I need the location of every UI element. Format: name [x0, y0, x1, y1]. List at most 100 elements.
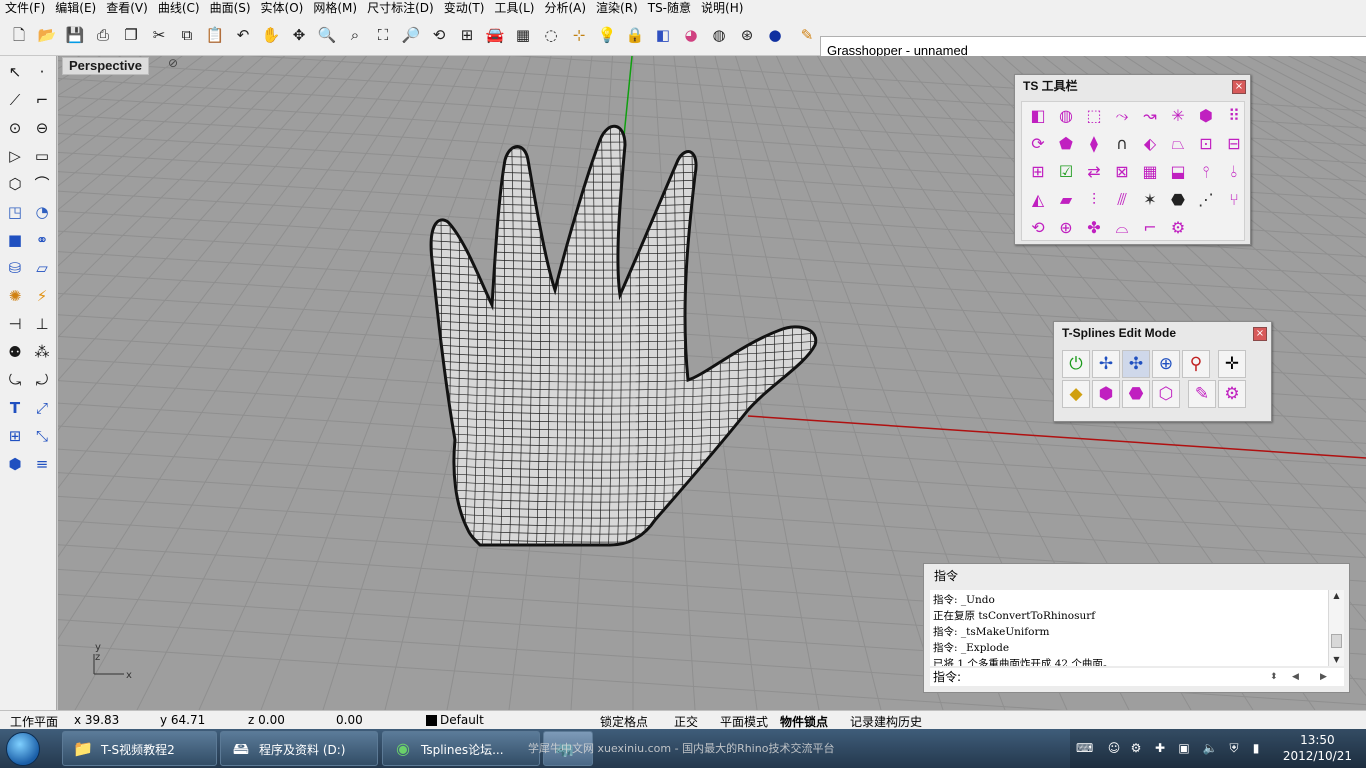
update-icon[interactable]: ✚: [1152, 740, 1168, 756]
circle-icon[interactable]: ⊙: [3, 116, 27, 140]
color-wheel-icon[interactable]: ◕: [680, 24, 702, 46]
volume-icon[interactable]: 🔈: [1202, 740, 1218, 756]
qq-icon[interactable]: ☺: [1106, 740, 1122, 756]
task-browser[interactable]: ◉ Tsplines论坛...: [382, 731, 540, 766]
split-icon[interactable]: ⊣: [3, 312, 27, 336]
ts-target-icon[interactable]: ⊕: [1054, 216, 1078, 240]
ts-face-icon[interactable]: ⬢: [1194, 104, 1218, 128]
point-icon[interactable]: ·: [30, 60, 54, 84]
box-icon[interactable]: ■: [3, 228, 27, 252]
zoom-selected-icon[interactable]: 🔎: [400, 24, 422, 46]
pan-hand-icon[interactable]: ✋: [260, 24, 282, 46]
grid-snap-toggle[interactable]: 锁定格点: [600, 713, 648, 730]
menu-surface[interactable]: 曲面(S): [205, 0, 256, 16]
ts-fork-icon[interactable]: ⑂: [1222, 188, 1246, 212]
copy-icon[interactable]: ⧉: [176, 24, 198, 46]
ellipse-icon[interactable]: ⊖: [30, 116, 54, 140]
cylinder-icon[interactable]: ⛁: [3, 256, 27, 280]
circle-dash-icon[interactable]: ◌: [540, 24, 562, 46]
polyline-icon[interactable]: ⟋: [3, 88, 27, 112]
scroll-left-icon[interactable]: ◀: [1292, 668, 1299, 686]
paste-icon[interactable]: 📋: [204, 24, 226, 46]
ts-cube-icon[interactable]: ⬚: [1082, 104, 1106, 128]
scale-icon[interactable]: ⤡: [30, 424, 54, 448]
pen-select-icon[interactable]: ✎: [1188, 380, 1216, 408]
arc-icon[interactable]: ▷: [3, 144, 27, 168]
save-icon[interactable]: 💾: [64, 24, 86, 46]
menu-tsplines[interactable]: TS-随意: [643, 0, 696, 16]
ts-bridge-icon[interactable]: ⧫: [1082, 132, 1106, 156]
boolean-icon[interactable]: ⚭: [30, 228, 54, 252]
lock-icon[interactable]: 🔒: [624, 24, 646, 46]
keyboard-icon[interactable]: ⌨: [1076, 740, 1093, 756]
pen-icon[interactable]: ✎: [796, 24, 818, 46]
copy-page-icon[interactable]: ❐: [120, 24, 142, 46]
offset-icon[interactable]: ⤾: [30, 368, 54, 392]
edit-mode-title[interactable]: T-Splines Edit Mode: [1054, 322, 1271, 344]
menu-file[interactable]: 文件(F): [0, 0, 50, 16]
display-icon[interactable]: ▣: [1176, 740, 1192, 756]
ts-pipe-icon[interactable]: ↝: [1138, 104, 1162, 128]
contour-icon[interactable]: ≡: [30, 452, 54, 476]
light-icon[interactable]: ✺: [3, 284, 27, 308]
box-edit-icon[interactable]: ⬢: [3, 452, 27, 476]
ts-crease-icon[interactable]: ⫯: [1194, 160, 1218, 184]
new-file-icon[interactable]: 🗋: [8, 24, 30, 46]
rotate-camera-icon[interactable]: ⟲: [428, 24, 450, 46]
transform-icon[interactable]: ✛: [1218, 350, 1246, 378]
task-drive[interactable]: 🖴 程序及资料 (D:): [220, 731, 378, 766]
ts-insert-icon[interactable]: ⊡: [1194, 132, 1218, 156]
move-gumball-icon[interactable]: ✢: [1092, 350, 1120, 378]
sphere-shaded-icon[interactable]: ●: [764, 24, 786, 46]
ts-flatten-icon[interactable]: ⏢: [1166, 132, 1190, 156]
select-object-icon[interactable]: ⬡: [1152, 380, 1180, 408]
print-icon[interactable]: ⎙: [92, 24, 114, 46]
ts-check-icon[interactable]: ☑: [1054, 160, 1078, 184]
history-toggle[interactable]: 记录建构历史: [850, 713, 922, 730]
fillet-curve-icon[interactable]: ⌒: [30, 172, 54, 196]
text-icon[interactable]: T: [3, 396, 27, 420]
snap-icon[interactable]: ⊹: [568, 24, 590, 46]
menu-dimension[interactable]: 尺寸标注(D): [362, 0, 439, 16]
ts-pipe-bend-icon[interactable]: ⌓: [1110, 216, 1134, 240]
menu-solid[interactable]: 实体(O): [256, 0, 309, 16]
ts-sphere-icon[interactable]: ◍: [1054, 104, 1078, 128]
ts-gear-icon[interactable]: ⚙: [1166, 216, 1190, 240]
ts-rail-icon[interactable]: ⫻: [1110, 188, 1134, 212]
close-icon[interactable]: ×: [1232, 80, 1246, 94]
light-bulb-icon[interactable]: 💡: [596, 24, 618, 46]
ts-merge-icon[interactable]: ⇄: [1082, 160, 1106, 184]
ts-thicken-icon[interactable]: ⬓: [1166, 160, 1190, 184]
sphere-mesh-icon[interactable]: ⊛: [736, 24, 758, 46]
ts-solid-icon[interactable]: ⬣: [1166, 188, 1190, 212]
explode-icon[interactable]: ⚡: [30, 284, 54, 308]
world-sphere-icon[interactable]: ⊕: [1152, 350, 1180, 378]
rotate-view-icon[interactable]: ✥: [288, 24, 310, 46]
surface-corner-icon[interactable]: ◳: [3, 200, 27, 224]
ts-propeller-icon[interactable]: ✤: [1082, 216, 1106, 240]
group-icon[interactable]: ⁂: [30, 340, 54, 364]
fillet-icon[interactable]: ⤿: [3, 368, 27, 392]
scroll-down-icon[interactable]: ▼: [1329, 654, 1344, 666]
layer-color-swatch[interactable]: [426, 715, 437, 726]
ts-split-icon[interactable]: ⊟: [1222, 132, 1246, 156]
local-axes-icon[interactable]: ⚲: [1182, 350, 1210, 378]
settings-gear-icon[interactable]: ⚙: [1218, 380, 1246, 408]
loft-icon[interactable]: ◔: [30, 200, 54, 224]
surface-grid-icon[interactable]: ▦: [512, 24, 534, 46]
osnap-toggle[interactable]: 物件锁点: [780, 713, 828, 730]
security-icon[interactable]: ⛨: [1226, 740, 1242, 756]
ts-refresh-star-icon[interactable]: ⟲: [1026, 216, 1050, 240]
cplane-label[interactable]: 工作平面: [10, 713, 58, 730]
scroll-right-icon[interactable]: ▶: [1320, 668, 1327, 686]
menu-view[interactable]: 查看(V): [101, 0, 153, 16]
undo-icon[interactable]: ↶: [232, 24, 254, 46]
select-edge-icon[interactable]: ⬢: [1092, 380, 1120, 408]
ts-extrude-icon[interactable]: ⤳: [1110, 104, 1134, 128]
array-icon[interactable]: ⊞: [3, 424, 27, 448]
ts-sweep-icon[interactable]: ⌐: [1138, 216, 1162, 240]
zoom-extents-icon[interactable]: ⛶: [372, 24, 394, 46]
close-icon[interactable]: ×: [1253, 327, 1267, 341]
toggle-smooth-icon[interactable]: ⏻: [1062, 350, 1090, 378]
viewport-menu-icon[interactable]: ⊘: [168, 56, 184, 72]
